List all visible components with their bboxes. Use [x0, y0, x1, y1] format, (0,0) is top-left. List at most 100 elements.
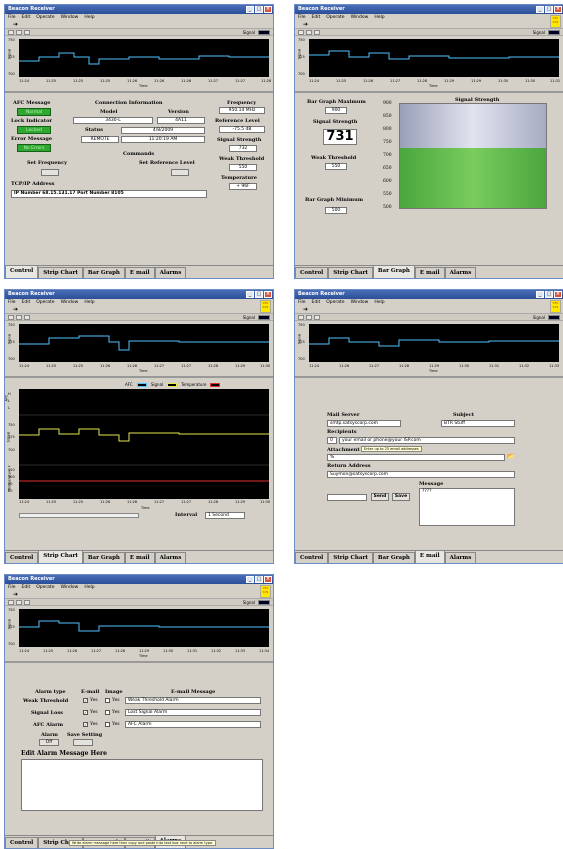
tab-control[interactable]: Control [295, 267, 329, 278]
menu-help[interactable]: Help [84, 585, 94, 590]
tab-email[interactable]: E mail [414, 267, 445, 278]
tab-alarms[interactable]: Alarms [444, 552, 477, 563]
menu-operate[interactable]: Operate [36, 585, 54, 590]
menu-operate[interactable]: Operate [36, 300, 54, 305]
menu-file[interactable]: File [8, 300, 16, 305]
save-button[interactable]: Save [392, 493, 410, 501]
tab-strip-chart[interactable]: Strip Chart [38, 267, 83, 278]
minimize-button[interactable]: _ [536, 291, 544, 298]
minimize-button[interactable]: _ [246, 576, 254, 583]
tab-email[interactable]: E mail [414, 550, 445, 563]
tool-icon[interactable] [16, 600, 22, 605]
menu-file[interactable]: File [298, 15, 306, 20]
image-checkbox[interactable] [105, 710, 110, 715]
tab-bar-graph[interactable]: Bar Graph [372, 552, 415, 563]
menu-help[interactable]: Help [84, 15, 94, 20]
alarm-message-input[interactable]: AFC Alarm [125, 721, 261, 728]
return-address-input[interactable]: Suymon@satsyscorp.com [327, 471, 515, 478]
tool-icon[interactable] [298, 315, 304, 320]
tab-bar-graph[interactable]: Bar Graph [82, 267, 125, 278]
tab-control[interactable]: Control [295, 552, 329, 563]
menu-edit[interactable]: Edit [22, 15, 31, 20]
set-reference-button[interactable] [171, 169, 189, 176]
menu-help[interactable]: Help [374, 15, 384, 20]
recipient-index[interactable]: 0 [327, 437, 337, 444]
tool-icon[interactable] [306, 315, 312, 320]
tool-icon[interactable] [24, 600, 30, 605]
bar-min-field[interactable]: 500 [325, 207, 347, 214]
menu-window[interactable]: Window [61, 15, 79, 20]
menu-window[interactable]: Window [61, 300, 79, 305]
menu-edit[interactable]: Edit [22, 300, 31, 305]
menu-help[interactable]: Help [374, 300, 384, 305]
menu-edit[interactable]: Edit [312, 300, 321, 305]
tool-icon[interactable] [24, 30, 30, 35]
menu-window[interactable]: Window [351, 15, 369, 20]
image-checkbox[interactable] [105, 722, 110, 727]
menu-operate[interactable]: Operate [326, 15, 344, 20]
tool-icon[interactable] [8, 600, 14, 605]
scrollbar[interactable] [19, 513, 139, 518]
alarm-toggle-button[interactable]: Off [39, 739, 59, 746]
tab-strip-chart[interactable]: Strip Chart [328, 267, 373, 278]
attachment-input[interactable]: % [327, 454, 505, 461]
tool-icon[interactable] [16, 315, 22, 320]
minimize-button[interactable]: _ [536, 6, 544, 13]
bar-max-field[interactable]: 900 [325, 107, 347, 114]
run-arrow-icon[interactable]: ➔ [13, 591, 18, 598]
alarm-message-input[interactable]: Lost Signal Alarm [125, 709, 261, 716]
email-checkbox[interactable]: ✓ [83, 710, 88, 715]
tab-control[interactable]: Control [5, 552, 39, 563]
tool-icon[interactable] [8, 30, 14, 35]
menu-file[interactable]: File [8, 585, 16, 590]
tab-strip-chart[interactable]: Strip Chart [328, 552, 373, 563]
close-button[interactable]: × [554, 6, 562, 13]
tab-control[interactable]: Control [5, 265, 39, 278]
tab-alarms[interactable]: Alarms [154, 267, 187, 278]
tab-email[interactable]: E mail [124, 267, 155, 278]
image-checkbox[interactable] [105, 698, 110, 703]
maximize-button[interactable]: □ [255, 6, 263, 13]
tab-bar-graph[interactable]: Bar Graph [82, 552, 125, 563]
folder-icon[interactable]: 📂 [507, 453, 514, 460]
interval-select[interactable]: 1 Second [205, 512, 245, 519]
menu-help[interactable]: Help [84, 300, 94, 305]
tcpip-field[interactable]: IP Number 68.15.131.17 Port Number 8105 [11, 190, 207, 198]
tool-icon[interactable] [314, 30, 320, 35]
subject-input[interactable]: BTR Stuff [441, 420, 515, 427]
maximize-button[interactable]: □ [545, 291, 553, 298]
close-button[interactable]: × [264, 6, 272, 13]
send-button[interactable]: Send [371, 493, 389, 501]
mail-server-input[interactable]: smtp.satsyscorp.com [327, 420, 401, 427]
maximize-button[interactable]: □ [545, 6, 553, 13]
menu-window[interactable]: Window [61, 585, 79, 590]
message-textarea[interactable]: ???? [419, 488, 515, 526]
tab-alarms[interactable]: Alarms [444, 267, 477, 278]
maximize-button[interactable]: □ [255, 576, 263, 583]
set-frequency-button[interactable] [41, 169, 59, 176]
run-arrow-icon[interactable]: ➔ [13, 21, 18, 28]
save-setting-button[interactable] [73, 739, 93, 746]
tab-email[interactable]: E mail [124, 552, 155, 563]
recipients-input[interactable]: your email or phone@your ISP.com [339, 437, 515, 444]
menu-operate[interactable]: Operate [36, 15, 54, 20]
tab-alarms[interactable]: Alarms [154, 552, 187, 563]
menu-edit[interactable]: Edit [22, 585, 31, 590]
tab-strip-chart[interactable]: Strip Chart [38, 550, 83, 563]
email-checkbox[interactable]: ✓ [83, 698, 88, 703]
run-arrow-icon[interactable]: ➔ [303, 306, 308, 313]
run-arrow-icon[interactable]: ➔ [13, 306, 18, 313]
tool-icon[interactable] [16, 30, 22, 35]
edit-alarm-textarea[interactable] [21, 759, 263, 811]
tool-icon[interactable] [8, 315, 14, 320]
menu-edit[interactable]: Edit [312, 15, 321, 20]
alarm-message-input[interactable]: Weak Threshold Alarm [125, 697, 261, 704]
close-button[interactable]: × [264, 291, 272, 298]
minimize-button[interactable]: _ [246, 291, 254, 298]
menu-file[interactable]: File [298, 300, 306, 305]
close-button[interactable]: × [264, 576, 272, 583]
email-checkbox[interactable]: ✓ [83, 722, 88, 727]
menu-window[interactable]: Window [351, 300, 369, 305]
tool-icon[interactable] [306, 30, 312, 35]
menu-file[interactable]: File [8, 15, 16, 20]
